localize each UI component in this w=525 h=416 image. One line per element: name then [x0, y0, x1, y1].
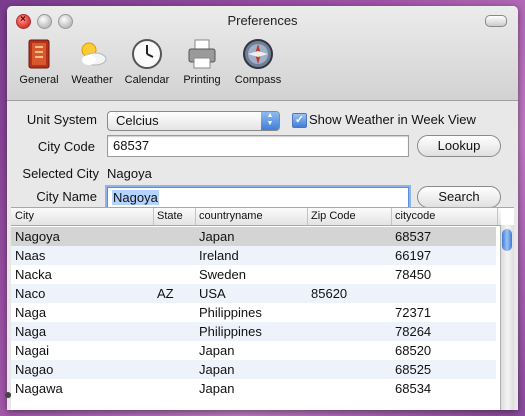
cell-city: Naco	[15, 286, 46, 301]
table-header: City State countryname Zip Code citycode	[11, 208, 501, 226]
toolbar-printing[interactable]: Printing	[179, 38, 225, 92]
cell-country: Japan	[199, 343, 235, 358]
column-divider[interactable]	[497, 208, 498, 225]
toolbar-calendar[interactable]: Calendar	[121, 38, 173, 92]
preferences-window: × Preferences General Weather Calendar P…	[7, 6, 518, 410]
column-header-city[interactable]: City	[15, 210, 34, 222]
unit-system-value: Celcius	[116, 113, 159, 128]
apple-logo-icon: ●	[4, 386, 13, 402]
cell-citycode: 68520	[395, 343, 432, 358]
cell-country: Sweden	[199, 267, 246, 282]
cell-city: Nagai	[15, 343, 49, 358]
table-row[interactable]: Nagao Japan 68525	[11, 360, 496, 379]
city-code-field[interactable]: 68537	[107, 135, 409, 157]
cell-citycode: 72371	[395, 305, 432, 320]
column-header-zip-code[interactable]: Zip Code	[311, 210, 356, 222]
general-book-icon	[23, 38, 55, 70]
toolbar-general[interactable]: General	[17, 38, 61, 92]
table-row[interactable]: Naas Ireland 66197	[11, 246, 496, 265]
city-code-value: 68537	[113, 138, 150, 153]
city-name-value: Nagoya	[112, 190, 159, 205]
column-divider[interactable]	[195, 208, 196, 225]
selected-city-label: Selected City	[22, 166, 99, 181]
toolbar-weather[interactable]: Weather	[67, 38, 117, 92]
cell-citycode: 68534	[395, 381, 432, 396]
city-name-label: City Name	[36, 189, 97, 204]
cell-country: USA	[199, 286, 226, 301]
toolbar-toggle-button[interactable]	[485, 15, 507, 27]
cell-citycode: 66197	[395, 248, 432, 263]
unit-system-label: Unit System	[26, 112, 97, 127]
table-row[interactable]: Naco AZ USA 85620	[11, 284, 496, 303]
printer-icon	[186, 38, 218, 70]
table-scrollbar[interactable]	[500, 225, 514, 410]
window-title: Preferences	[227, 13, 298, 28]
chevron-updown-icon: ▲ ▼	[261, 112, 279, 130]
cell-citycode: 68525	[395, 362, 432, 377]
toolbar-compass[interactable]: Compass	[232, 38, 284, 92]
cell-zip: 85620	[311, 286, 348, 301]
column-header-citycode[interactable]: citycode	[395, 210, 435, 222]
cell-city: Naga	[15, 324, 47, 339]
column-divider[interactable]	[153, 208, 154, 225]
compass-icon	[242, 38, 274, 70]
cell-country: Japan	[199, 229, 235, 244]
cell-country: Japan	[199, 381, 235, 396]
search-button[interactable]: Search	[417, 186, 501, 208]
unit-system-select[interactable]: Celcius ▲ ▼	[107, 111, 280, 131]
column-header-state[interactable]: State	[157, 210, 183, 222]
show-weather-checkbox[interactable]: ✓	[292, 113, 307, 128]
cell-country: Philippines	[199, 305, 262, 320]
title-bar: × Preferences General Weather Calendar P…	[7, 6, 518, 101]
city-code-label: City Code	[37, 139, 95, 154]
table-row[interactable]: Nagawa Japan 68534	[11, 379, 496, 398]
city-name-field[interactable]: Nagoya	[107, 187, 409, 209]
cell-citycode: 78450	[395, 267, 432, 282]
clock-icon	[131, 38, 163, 70]
selected-city-value: Nagoya	[107, 166, 152, 181]
toolbar-general-label: General	[19, 74, 59, 86]
cell-city: Naas	[15, 248, 46, 263]
column-divider[interactable]	[391, 208, 392, 225]
toolbar-compass-label: Compass	[234, 74, 282, 86]
toolbar-calendar-label: Calendar	[124, 74, 170, 86]
cell-citycode: 68537	[395, 229, 432, 244]
lookup-button[interactable]: Lookup	[417, 135, 501, 157]
table-row[interactable]: Nacka Sweden 78450	[11, 265, 496, 284]
toolbar-weather-label: Weather	[71, 74, 113, 86]
table-row[interactable]: Naga Philippines 72371	[11, 303, 496, 322]
show-weather-label: Show Weather in Week View	[309, 112, 476, 127]
city-results-table[interactable]: City State countryname Zip Code citycode…	[11, 207, 514, 410]
cell-city: Nagoya	[15, 229, 60, 244]
cell-country: Philippines	[199, 324, 262, 339]
cell-city: Nagawa	[15, 381, 63, 396]
table-row[interactable]: Nagai Japan 68520	[11, 341, 496, 360]
toolbar-printing-label: Printing	[183, 74, 221, 86]
cell-country: Ireland	[199, 248, 239, 263]
cell-citycode: 78264	[395, 324, 432, 339]
cell-country: Japan	[199, 362, 235, 377]
table-row[interactable]: Naga Philippines 78264	[11, 322, 496, 341]
column-header-countryname[interactable]: countryname	[199, 210, 263, 222]
cell-city: Nacka	[15, 267, 52, 282]
table-row[interactable]: Nagoya Japan 68537	[11, 227, 496, 246]
weather-sun-cloud-icon	[76, 38, 108, 70]
cell-city: Naga	[15, 305, 47, 320]
column-divider[interactable]	[307, 208, 308, 225]
cell-state: AZ	[157, 286, 174, 301]
cell-city: Nagao	[15, 362, 54, 377]
scroll-thumb[interactable]	[502, 229, 512, 251]
